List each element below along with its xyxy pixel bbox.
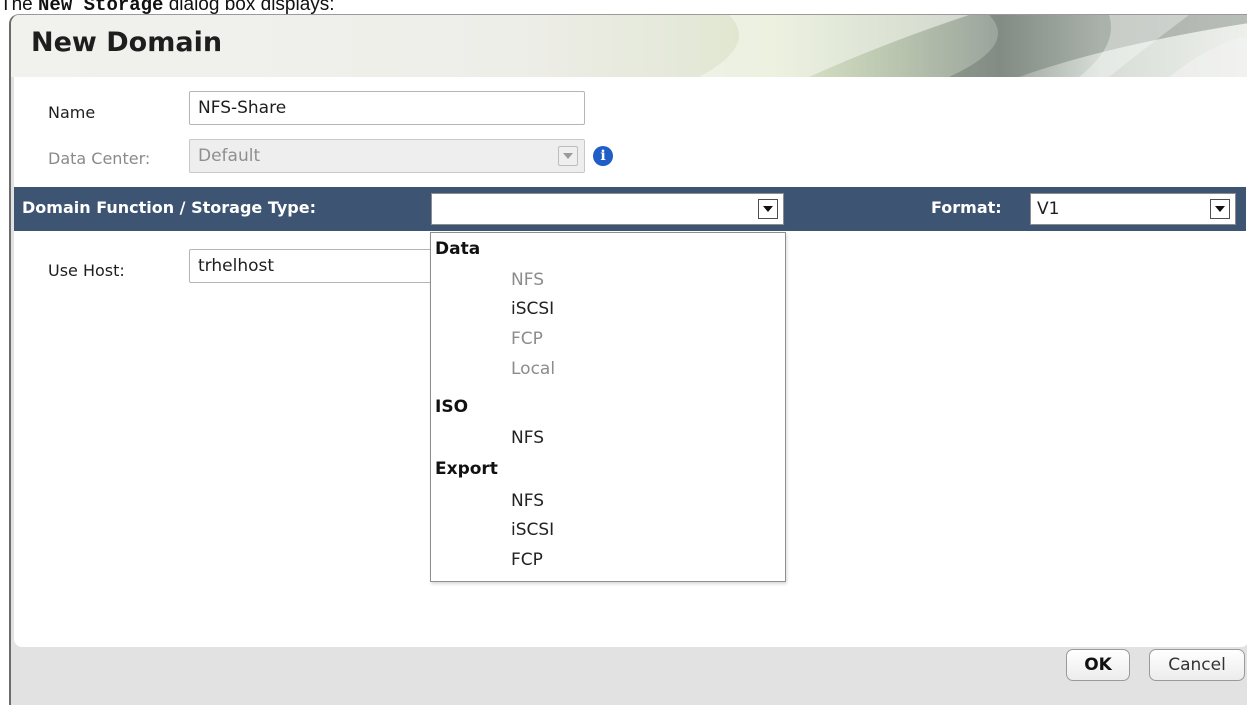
dropdown-group-data: Data xyxy=(435,239,481,259)
format-value: V1 xyxy=(1037,199,1060,219)
storage-type-bar: Domain Function / Storage Type: Format: … xyxy=(14,187,1246,231)
chevron-down-icon xyxy=(558,146,578,166)
dropdown-option-data-iscsi[interactable]: iSCSI xyxy=(511,299,554,319)
format-label: Format: xyxy=(931,198,1002,217)
dropdown-group-iso: ISO xyxy=(435,397,469,417)
page-caption: The New Storage dialog box displays: xyxy=(0,0,335,16)
caption-prefix: The xyxy=(0,0,39,15)
dropdown-option-data-nfs[interactable]: NFS xyxy=(511,270,544,290)
domain-function-label: Domain Function / Storage Type: xyxy=(22,198,316,217)
storage-type-dropdown: Data NFS iSCSI FCP Local ISO NFS Export … xyxy=(430,232,786,582)
cancel-button[interactable]: Cancel xyxy=(1149,649,1245,681)
dropdown-option-data-local[interactable]: Local xyxy=(511,359,555,379)
name-label: Name xyxy=(48,103,96,122)
dropdown-option-iso-nfs[interactable]: NFS xyxy=(511,428,544,448)
domain-function-select[interactable] xyxy=(431,193,784,225)
ok-button[interactable]: OK xyxy=(1066,649,1130,681)
caption-suffix: dialog box displays: xyxy=(163,0,335,15)
data-center-select[interactable]: Default xyxy=(189,139,585,173)
format-select[interactable]: V1 xyxy=(1030,193,1236,225)
dropdown-option-export-fcp[interactable]: FCP xyxy=(511,550,543,570)
dropdown-option-export-nfs[interactable]: NFS xyxy=(511,491,544,511)
data-center-label: Data Center: xyxy=(48,149,151,168)
header-decoration xyxy=(699,15,1247,77)
chevron-down-icon[interactable] xyxy=(1210,199,1230,219)
info-icon[interactable]: i xyxy=(593,146,613,166)
chevron-down-icon[interactable] xyxy=(758,199,778,219)
dropdown-option-data-fcp[interactable]: FCP xyxy=(511,329,543,349)
use-host-select[interactable]: trhelhost xyxy=(189,249,449,283)
use-host-label: Use Host: xyxy=(48,261,125,280)
dropdown-option-export-iscsi[interactable]: iSCSI xyxy=(511,520,554,540)
name-input[interactable]: NFS-Share xyxy=(189,91,585,125)
dialog-header[interactable]: New Domain xyxy=(11,15,1247,77)
dialog-title: New Domain xyxy=(31,27,223,58)
dropdown-group-export: Export xyxy=(435,459,498,479)
